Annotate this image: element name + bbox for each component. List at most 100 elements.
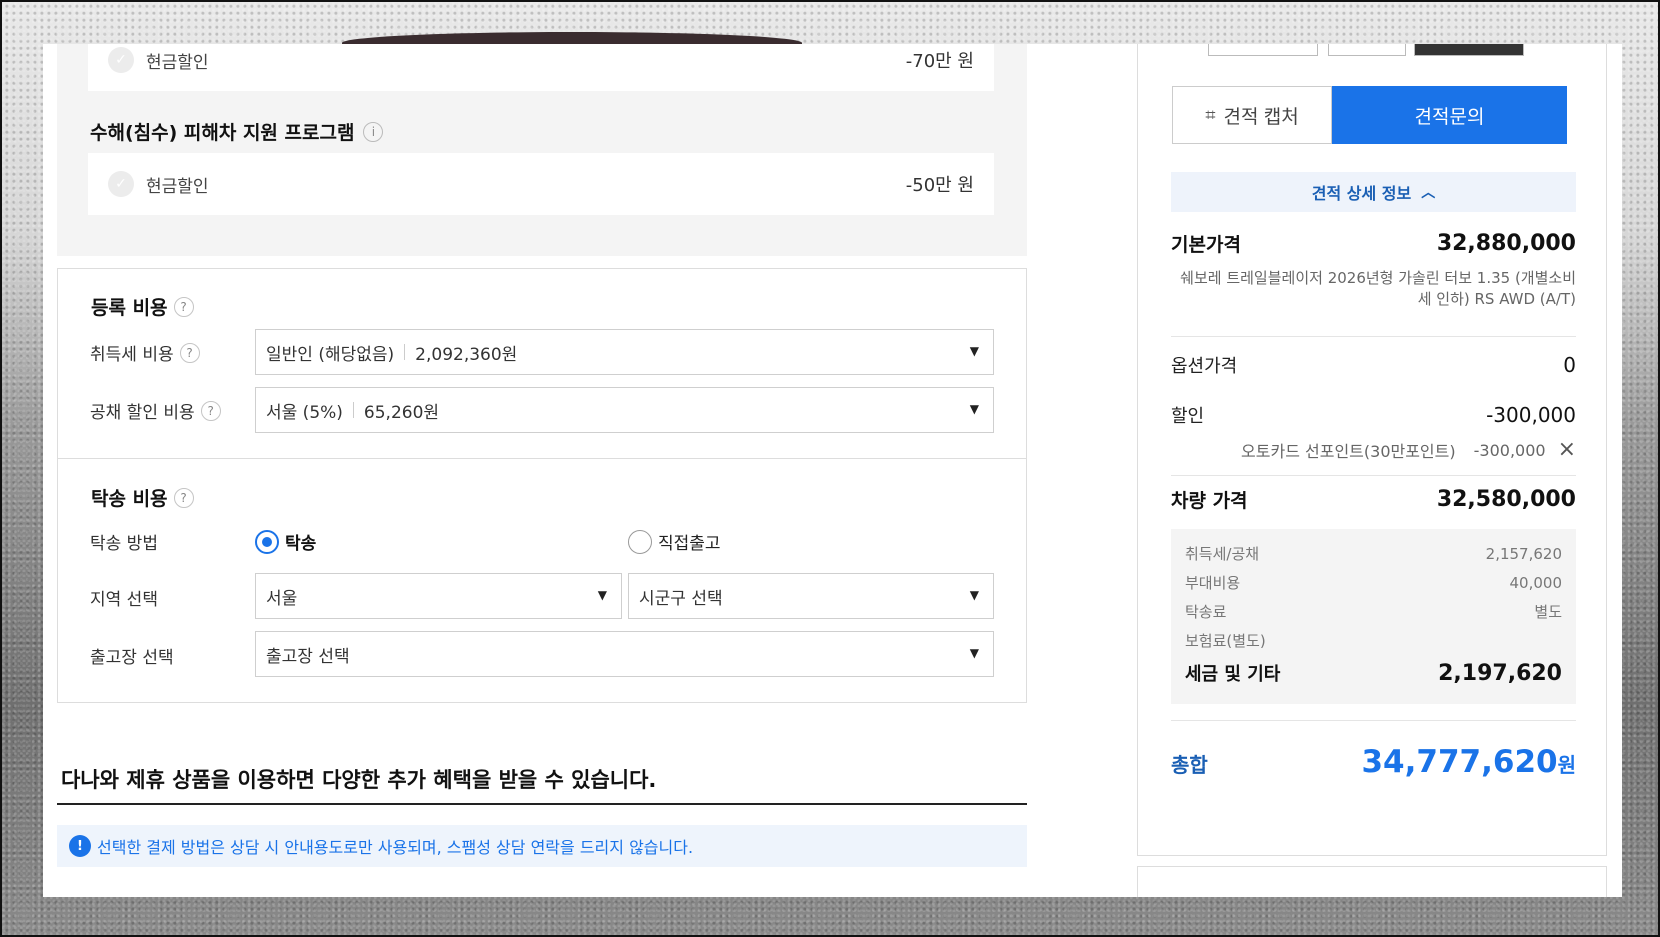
radio-pickup[interactable]: 직접출고: [628, 529, 721, 554]
check-icon[interactable]: ✓: [108, 171, 134, 197]
option-price-label: 옵션가격: [1171, 356, 1238, 377]
check-icon[interactable]: ✓: [108, 47, 134, 73]
detail-toggle-label: 견적 상세 정보: [1311, 184, 1412, 203]
divider: [404, 344, 406, 360]
benefit-amount: -50만 원: [905, 175, 974, 196]
base-price-value: 32,880,000: [1436, 231, 1576, 256]
bond-label: 공채 할인 비용 ?: [90, 398, 221, 423]
benefit-row-cash-1[interactable]: ✓ 현금할인 -70만 원: [88, 44, 994, 91]
radio-dot-selected[interactable]: [255, 529, 279, 554]
registration-title-text: 등록 비용: [91, 297, 168, 319]
benefit-box: ✓ 현금할인 -70만 원 수해(침수) 피해차 지원 프로그램 i ✓ 현금할…: [57, 44, 1027, 256]
capture-button[interactable]: ⌗ 견적 캡처: [1172, 86, 1332, 144]
dropdown-arrow-icon: ▼: [969, 402, 979, 416]
discount-item-value: -300,000: [1473, 440, 1546, 460]
question-icon[interactable]: ?: [179, 342, 200, 363]
flood-program-title-text: 수해(침수) 피해차 지원 프로그램: [90, 122, 355, 144]
divider: [1171, 336, 1576, 337]
notice-banner: ! 선택한 결제 방법은 상담 시 안내용도로만 사용되며, 스팸성 상담 연락…: [57, 825, 1027, 867]
top-tab-3[interactable]: [1414, 44, 1524, 56]
delivery-cost-box: 탁송 비용 ? 탁송 방법 탁송 직접출고 지역 선택 서울 ▼ 시군구 선택 …: [57, 458, 1027, 703]
discount-item: 오토카드 선포인트(30만포인트) -300,000 ×: [1171, 438, 1576, 462]
model-description: 쉐보레 트레일블레이저 2026년형 가솔린 터보 1.35 (개별소비세 인하…: [1180, 269, 1576, 308]
region-select[interactable]: 서울 ▼: [255, 573, 622, 619]
car-price-value: 32,580,000: [1436, 487, 1576, 512]
benefit-amount: -70만 원: [905, 51, 974, 72]
tax-row-value: 별도: [1534, 603, 1562, 621]
crop-icon: ⌗: [1205, 104, 1216, 125]
car-price-row: 차량 가격 32,580,000: [1171, 486, 1576, 513]
depot-label: 출고장 선택: [90, 643, 174, 668]
top-tab-1[interactable]: [1208, 44, 1318, 56]
bond-select[interactable]: 서울 (5%) 65,260원 ▼: [255, 387, 994, 433]
option-price-value: 0: [1563, 353, 1576, 377]
district-select[interactable]: 시군구 선택 ▼: [628, 573, 994, 619]
grand-total-row: 총합 34,777,620원: [1171, 744, 1576, 780]
bond-region: 서울 (5%): [266, 402, 343, 423]
question-icon[interactable]: ?: [173, 296, 194, 317]
tax-row: 취득세/공채 2,157,620: [1185, 539, 1562, 568]
tax-row-label: 취득세/공채: [1185, 545, 1260, 563]
divider: [1171, 720, 1576, 721]
tax-row-label: 탁송료: [1185, 603, 1227, 621]
tax-row: 탁송료 별도: [1185, 597, 1562, 626]
benefit-label: ✓ 현금할인: [108, 47, 209, 73]
notice-icon: !: [69, 835, 91, 857]
base-price-row: 기본가격 32,880,000: [1171, 230, 1576, 257]
grand-total-label: 총합: [1171, 753, 1208, 777]
base-price-label: 기본가격: [1171, 234, 1241, 256]
tax-row-value: 2,157,620: [1485, 544, 1562, 563]
depot-select[interactable]: 출고장 선택 ▼: [255, 631, 994, 677]
discount-label: 할인: [1171, 406, 1205, 427]
tax-total-value: 2,197,620: [1438, 660, 1562, 686]
chevron-up-icon: ︿: [1421, 185, 1436, 201]
inquiry-button[interactable]: 견적문의: [1332, 86, 1567, 144]
depot-value: 출고장 선택: [266, 646, 350, 667]
acquisition-select[interactable]: 일반인 (해당없음) 2,092,360원 ▼: [255, 329, 994, 375]
radio-delivery[interactable]: 탁송: [255, 529, 316, 554]
tax-row: 부대비용 40,000: [1185, 568, 1562, 597]
registration-title: 등록 비용 ?: [91, 293, 194, 320]
divider: [352, 402, 354, 418]
region-value: 서울: [266, 588, 298, 609]
discount-row: 할인 -300,000: [1171, 402, 1576, 428]
tax-row-label: 보험료(별도): [1185, 632, 1266, 650]
tax-total-label: 세금 및 기타: [1185, 664, 1281, 685]
region-label-text: 지역 선택: [90, 590, 158, 610]
acquisition-value: 2,092,360원: [415, 344, 518, 365]
delivery-title-text: 탁송 비용: [91, 488, 168, 510]
dropdown-arrow-icon: ▼: [597, 588, 607, 602]
tax-row-label: 부대비용: [1185, 574, 1241, 592]
delivery-method-label: 탁송 방법: [90, 529, 158, 554]
benefit-label: ✓ 현금할인: [108, 171, 209, 197]
detail-toggle[interactable]: 견적 상세 정보 ︿: [1171, 172, 1576, 212]
question-icon[interactable]: ?: [200, 400, 221, 421]
registration-cost-box: 등록 비용 ? 취득세 비용 ? 일반인 (해당없음) 2,092,360원 ▼…: [57, 268, 1027, 459]
info-icon[interactable]: i: [363, 121, 384, 142]
close-icon[interactable]: ×: [1558, 439, 1576, 461]
flood-program-title: 수해(침수) 피해차 지원 프로그램 i: [90, 118, 384, 145]
divider: [1171, 475, 1576, 476]
grand-total-amount: 34,777,620원: [1361, 744, 1576, 780]
delivery-title: 탁송 비용 ?: [91, 484, 194, 511]
tax-row-value: 40,000: [1509, 573, 1563, 592]
radio-dot[interactable]: [628, 529, 652, 554]
quote-panel: ⌗ 견적 캡처 견적문의 견적 상세 정보 ︿ 기본가격 32,880,000 …: [1137, 44, 1607, 856]
discount-value: -300,000: [1486, 403, 1576, 427]
car-price-label: 차량 가격: [1171, 490, 1248, 512]
discount-item-label: 오토카드 선포인트(30만포인트): [1241, 442, 1456, 461]
top-tab-2[interactable]: [1328, 44, 1406, 56]
bond-value: 65,260원: [363, 402, 440, 423]
capture-label: 견적 캡처: [1223, 106, 1299, 128]
divider: [57, 803, 1027, 805]
delivery-method-label-text: 탁송 방법: [90, 534, 158, 554]
tax-total-row: 세금 및 기타 2,197,620: [1185, 655, 1562, 691]
acquisition-type: 일반인 (해당없음): [266, 344, 395, 365]
dropdown-arrow-icon: ▼: [969, 588, 979, 602]
question-icon[interactable]: ?: [173, 487, 194, 508]
left-column: ✓ 현금할인 -70만 원 수해(침수) 피해차 지원 프로그램 i ✓ 현금할…: [57, 44, 1027, 897]
tax-box: 취득세/공채 2,157,620 부대비용 40,000 탁송료 별도 보험료(…: [1171, 529, 1576, 704]
option-price-row: 옵션가격 0: [1171, 352, 1576, 378]
tax-row: 보험료(별도): [1185, 626, 1562, 655]
benefit-row-cash-2[interactable]: ✓ 현금할인 -50만 원: [88, 153, 994, 215]
